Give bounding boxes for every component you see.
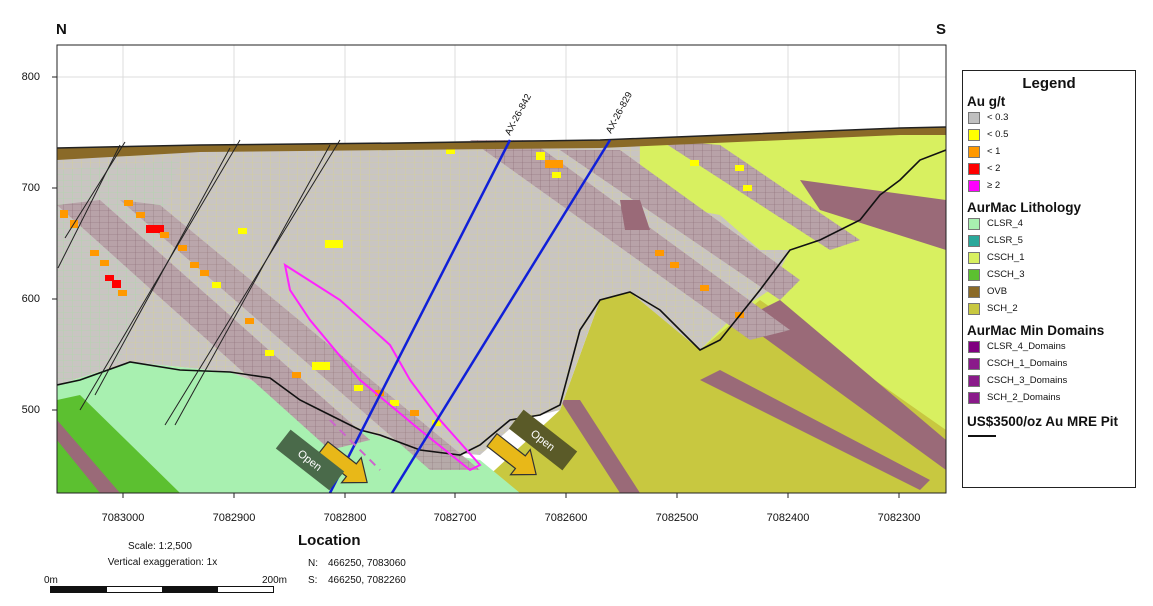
legend-item-label: OVB	[987, 286, 1008, 297]
vertical-exaggeration: Vertical exaggeration: 1x	[107, 557, 218, 568]
legend-swatch	[968, 145, 980, 158]
legend-item-label: CSCH_3	[987, 269, 1025, 280]
legend-item-label: CSCH_3_Domains	[987, 375, 1068, 386]
legend-item-label: < 2	[987, 163, 1001, 174]
legend-swatch	[968, 302, 980, 315]
legend-pit-title: US$3500/oz Au MRE Pit	[967, 414, 1119, 429]
legend-swatch	[968, 217, 980, 230]
legend-item-label: SCH_2	[987, 303, 1018, 314]
legend-swatch	[968, 391, 980, 404]
legend-item-label: < 0.3	[987, 112, 1009, 123]
legend-swatch	[968, 162, 980, 175]
location-title: Location	[298, 532, 361, 549]
legend-item: < 1	[968, 143, 1135, 160]
legend-item: < 2	[968, 160, 1135, 177]
scale-start: 0m	[44, 575, 58, 586]
legend-swatch	[968, 268, 980, 281]
legend-swatch	[968, 251, 980, 264]
scale-ratio: Scale: 1:2,500	[128, 541, 192, 552]
legend-item: CSCH_3_Domains	[968, 372, 1135, 389]
legend-item: SCH_2	[968, 300, 1135, 317]
legend-item: CSCH_1	[968, 249, 1135, 266]
legend-item: CSCH_3	[968, 266, 1135, 283]
legend-domains-list: CLSR_4_Domains CSCH_1_Domains CSCH_3_Domai…	[963, 338, 1135, 406]
legend-item-label: < 1	[987, 146, 1001, 157]
legend-item: < 0.5	[968, 126, 1135, 143]
legend-item-label: < 0.5	[987, 129, 1009, 140]
legend-item: SCH_2_Domains	[968, 389, 1135, 406]
legend-item: CLSR_5	[968, 232, 1135, 249]
legend-panel: Legend Au g/t < 0.3 < 0.5 < 1 < 2 ≥ 2 AurMac…	[962, 70, 1136, 488]
legend-swatch	[968, 357, 980, 370]
scale-bar	[50, 586, 274, 593]
drillhole-label: AX-26-842	[503, 92, 534, 137]
legend-au-list: < 0.3 < 0.5 < 1 < 2 ≥ 2	[963, 109, 1135, 194]
legend-lithology-title: AurMac Lithology	[967, 200, 1081, 215]
legend-domains-title: AurMac Min Domains	[967, 323, 1105, 338]
legend-item: ≥ 2	[968, 177, 1135, 194]
legend-item: CLSR_4	[968, 215, 1135, 232]
legend-item-label: CLSR_4	[987, 218, 1023, 229]
legend-lithology-list: CLSR_4 CLSR_5 CSCH_1 CSCH_3 OVB SCH_2	[963, 215, 1135, 317]
legend-swatch	[968, 111, 980, 124]
legend-item-label: CSCH_1	[987, 252, 1025, 263]
legend-item: CSCH_1_Domains	[968, 355, 1135, 372]
legend-item-label: CSCH_1_Domains	[987, 358, 1068, 369]
location-south-label: S:	[308, 575, 318, 586]
location-north-value: 466250, 7083060	[328, 558, 406, 569]
legend-item-label: CLSR_5	[987, 235, 1023, 246]
legend-swatch	[968, 374, 980, 387]
legend-au-title: Au g/t	[967, 94, 1006, 109]
location-north-label: N:	[308, 558, 318, 569]
legend-swatch	[968, 179, 980, 192]
legend-swatch	[968, 285, 980, 298]
legend-pit-line	[968, 435, 996, 437]
legend-item-label: ≥ 2	[987, 180, 1001, 191]
drillhole-label: AX-26-829	[604, 90, 635, 135]
legend-swatch	[968, 128, 980, 141]
scale-end: 200m	[262, 575, 288, 586]
legend-item-label: CLSR_4_Domains	[987, 341, 1066, 352]
location-south-value: 466250, 7082260	[328, 575, 406, 586]
legend-item: OVB	[968, 283, 1135, 300]
legend-item: < 0.3	[968, 109, 1135, 126]
legend-swatch	[968, 340, 980, 353]
legend-item-label: SCH_2_Domains	[987, 392, 1061, 403]
legend-item: CLSR_4_Domains	[968, 338, 1135, 355]
legend-title: Legend	[1022, 75, 1076, 92]
legend-swatch	[968, 234, 980, 247]
